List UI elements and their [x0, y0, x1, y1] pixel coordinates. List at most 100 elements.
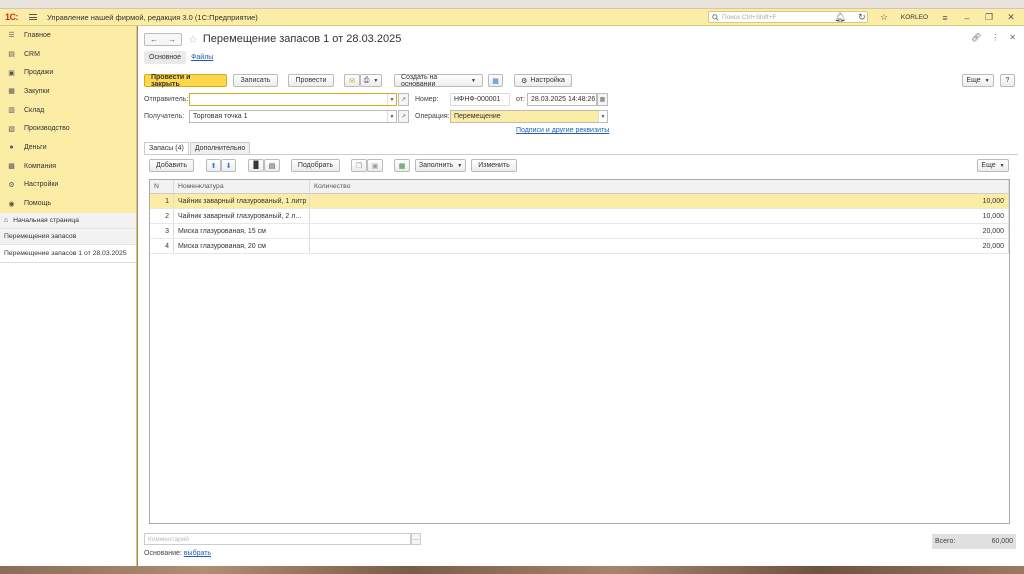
- help-button[interactable]: ?: [1000, 74, 1015, 87]
- settings-label: Настройка: [530, 77, 565, 84]
- add-row-button[interactable]: Добавить: [149, 159, 194, 172]
- save-button[interactable]: Записать: [233, 74, 278, 87]
- chevron-down-icon[interactable]: ▼: [387, 111, 396, 122]
- table-row[interactable]: 4 Миска глазурованая, 20 см 20,000: [150, 239, 1009, 254]
- sender-field[interactable]: ▼: [189, 93, 397, 106]
- receiver-field[interactable]: Торговая точка 1 ▼: [189, 110, 397, 123]
- search-placeholder: Поиск Ctrl+Shift+F: [722, 13, 777, 21]
- column-header-nomenclature[interactable]: Номенклатура: [174, 180, 310, 193]
- row-nomenclature[interactable]: Чайник заварный глазурованый, 2 л...: [174, 209, 310, 223]
- operation-value: Перемещение: [454, 113, 501, 120]
- open-receiver-button[interactable]: ↗: [398, 110, 409, 123]
- sidebar-item-production[interactable]: ▧ Производство: [0, 119, 136, 138]
- signatures-link[interactable]: Подписи и другие реквизиты: [516, 127, 609, 134]
- row-quantity[interactable]: 10,000: [310, 209, 1009, 223]
- operation-label: Операция:: [415, 113, 450, 120]
- sidebar-item-help[interactable]: ◉ Помощь: [0, 194, 136, 213]
- chevron-down-icon[interactable]: ▼: [387, 94, 396, 105]
- operation-field[interactable]: Перемещение ▼: [450, 110, 608, 123]
- table-row[interactable]: 3 Миска глазурованая, 15 см 20,000: [150, 224, 1009, 239]
- column-header-quantity[interactable]: Количество: [310, 180, 1009, 193]
- move-down-button[interactable]: ⬇︎: [221, 159, 236, 172]
- comment-field[interactable]: Комментарий: [144, 533, 411, 545]
- sidebar-item-crm[interactable]: ▤ CRM: [0, 45, 136, 64]
- more-label: Еще: [966, 77, 981, 84]
- sidebar-item-company[interactable]: ▩ Компания: [0, 157, 136, 176]
- back-arrow-icon[interactable]: ←: [145, 34, 163, 45]
- excel-button[interactable]: ▦: [394, 159, 410, 172]
- tab-main[interactable]: Основное: [144, 51, 187, 64]
- column-header-n[interactable]: N: [150, 180, 174, 193]
- print-button[interactable]: ⎙ ▼: [360, 74, 382, 87]
- window-menu-icon[interactable]: ≡: [940, 13, 950, 23]
- tab-files[interactable]: Файлы: [186, 51, 218, 64]
- chevron-down-icon: ▼: [373, 77, 379, 84]
- favorites-star-icon[interactable]: ☆: [879, 12, 889, 23]
- row-quantity[interactable]: 20,000: [310, 224, 1009, 238]
- scanner-button[interactable]: ▤: [264, 159, 280, 172]
- paste-button[interactable]: ▣: [367, 159, 383, 172]
- link-icon[interactable]: 🔗︎: [971, 33, 981, 42]
- more-button[interactable]: Еще ▼: [962, 74, 994, 87]
- history-item-active[interactable]: Перемещение запасов 1 от 28.03.2025: [0, 245, 136, 263]
- settings-button[interactable]: ⚙ Настройка: [514, 74, 572, 87]
- number-field[interactable]: НФНФ-000001: [450, 93, 510, 106]
- bell-icon[interactable]: 🔔︎: [834, 12, 845, 23]
- document-form: ← → ☆ Перемещение запасов 1 от 28.03.202…: [138, 26, 1024, 566]
- row-quantity[interactable]: 10,000: [310, 194, 1009, 208]
- comment-expand-button[interactable]: …: [411, 533, 421, 545]
- minimize-icon[interactable]: –: [962, 13, 972, 23]
- search-icon: [712, 13, 719, 21]
- pick-button[interactable]: Подобрать: [291, 159, 340, 172]
- sidebar-item-warehouse[interactable]: ▥ Склад: [0, 101, 136, 120]
- date-field[interactable]: 28.03.2025 14:48:26: [527, 93, 597, 106]
- tab-stocks[interactable]: Запасы (4): [144, 142, 189, 154]
- move-up-button[interactable]: ⬆︎: [206, 159, 221, 172]
- history-home[interactable]: ⌂ Начальная страница: [0, 213, 136, 229]
- close-form-icon[interactable]: ✕: [1009, 33, 1016, 42]
- fill-button[interactable]: Заполнить ▼: [415, 159, 466, 172]
- structure-icon: ▦: [492, 77, 499, 85]
- date-label: от:: [516, 96, 525, 103]
- sidebar-item-label: Закупки: [24, 87, 50, 95]
- forward-arrow-icon[interactable]: →: [163, 34, 181, 45]
- barcode-button[interactable]: ▐▌: [248, 159, 264, 172]
- total-value: 60,000: [991, 538, 1013, 545]
- table-row[interactable]: 2 Чайник заварный глазурованый, 2 л... 1…: [150, 209, 1009, 224]
- close-icon[interactable]: ✕: [1006, 12, 1016, 23]
- sidebar-item-sales[interactable]: ▣ Продажи: [0, 63, 136, 82]
- sender-label: Отправитель:: [144, 96, 189, 103]
- row-nomenclature[interactable]: Чайник заварный глазурованый, 1 литр: [174, 194, 310, 208]
- post-and-close-button[interactable]: Провести и закрыть: [144, 74, 227, 88]
- open-sender-button[interactable]: ↗: [398, 93, 409, 106]
- chevron-down-icon[interactable]: ▼: [598, 111, 607, 122]
- row-nomenclature[interactable]: Миска глазурованая, 15 см: [174, 224, 310, 238]
- create-based-on-button[interactable]: Создать на основании ▼: [394, 74, 483, 88]
- change-button[interactable]: Изменить: [471, 159, 517, 172]
- table-header: N Номенклатура Количество: [150, 180, 1009, 194]
- mail-button[interactable]: ✉: [344, 74, 360, 87]
- tab-additional[interactable]: Дополнительно: [189, 142, 251, 154]
- restore-icon[interactable]: ❐: [984, 12, 994, 23]
- stocks-table[interactable]: N Номенклатура Количество 1 Чайник завар…: [149, 179, 1010, 524]
- main-menu-icon[interactable]: [29, 14, 37, 20]
- more-vertical-icon[interactable]: ⋮: [991, 33, 999, 42]
- history-icon[interactable]: ↻: [857, 12, 867, 23]
- copy-button[interactable]: ❐: [351, 159, 367, 172]
- user-name[interactable]: KORLEO: [901, 14, 928, 21]
- sidebar-item-money[interactable]: ● Деньги: [0, 138, 136, 157]
- calendar-button[interactable]: ▦: [597, 93, 608, 106]
- table-more-button[interactable]: Еще ▼: [977, 159, 1009, 172]
- sidebar-item-settings[interactable]: ⚙ Настройки: [0, 176, 136, 195]
- sidebar-item-main[interactable]: ☰ Главное: [0, 26, 136, 45]
- favorite-star-icon[interactable]: ☆: [188, 33, 198, 46]
- table-row[interactable]: 1 Чайник заварный глазурованый, 1 литр 1…: [150, 194, 1009, 209]
- row-nomenclature[interactable]: Миска глазурованая, 20 см: [174, 239, 310, 253]
- sidebar-item-label: Склад: [24, 106, 45, 114]
- post-button[interactable]: Провести: [288, 74, 334, 87]
- row-quantity[interactable]: 20,000: [310, 239, 1009, 253]
- sidebar-item-purchases[interactable]: ▦ Закупки: [0, 82, 136, 101]
- basis-select-link[interactable]: выбрать: [184, 550, 211, 557]
- structure-button[interactable]: ▦: [488, 74, 503, 87]
- history-item-transfers[interactable]: Перемещения запасов: [0, 229, 136, 245]
